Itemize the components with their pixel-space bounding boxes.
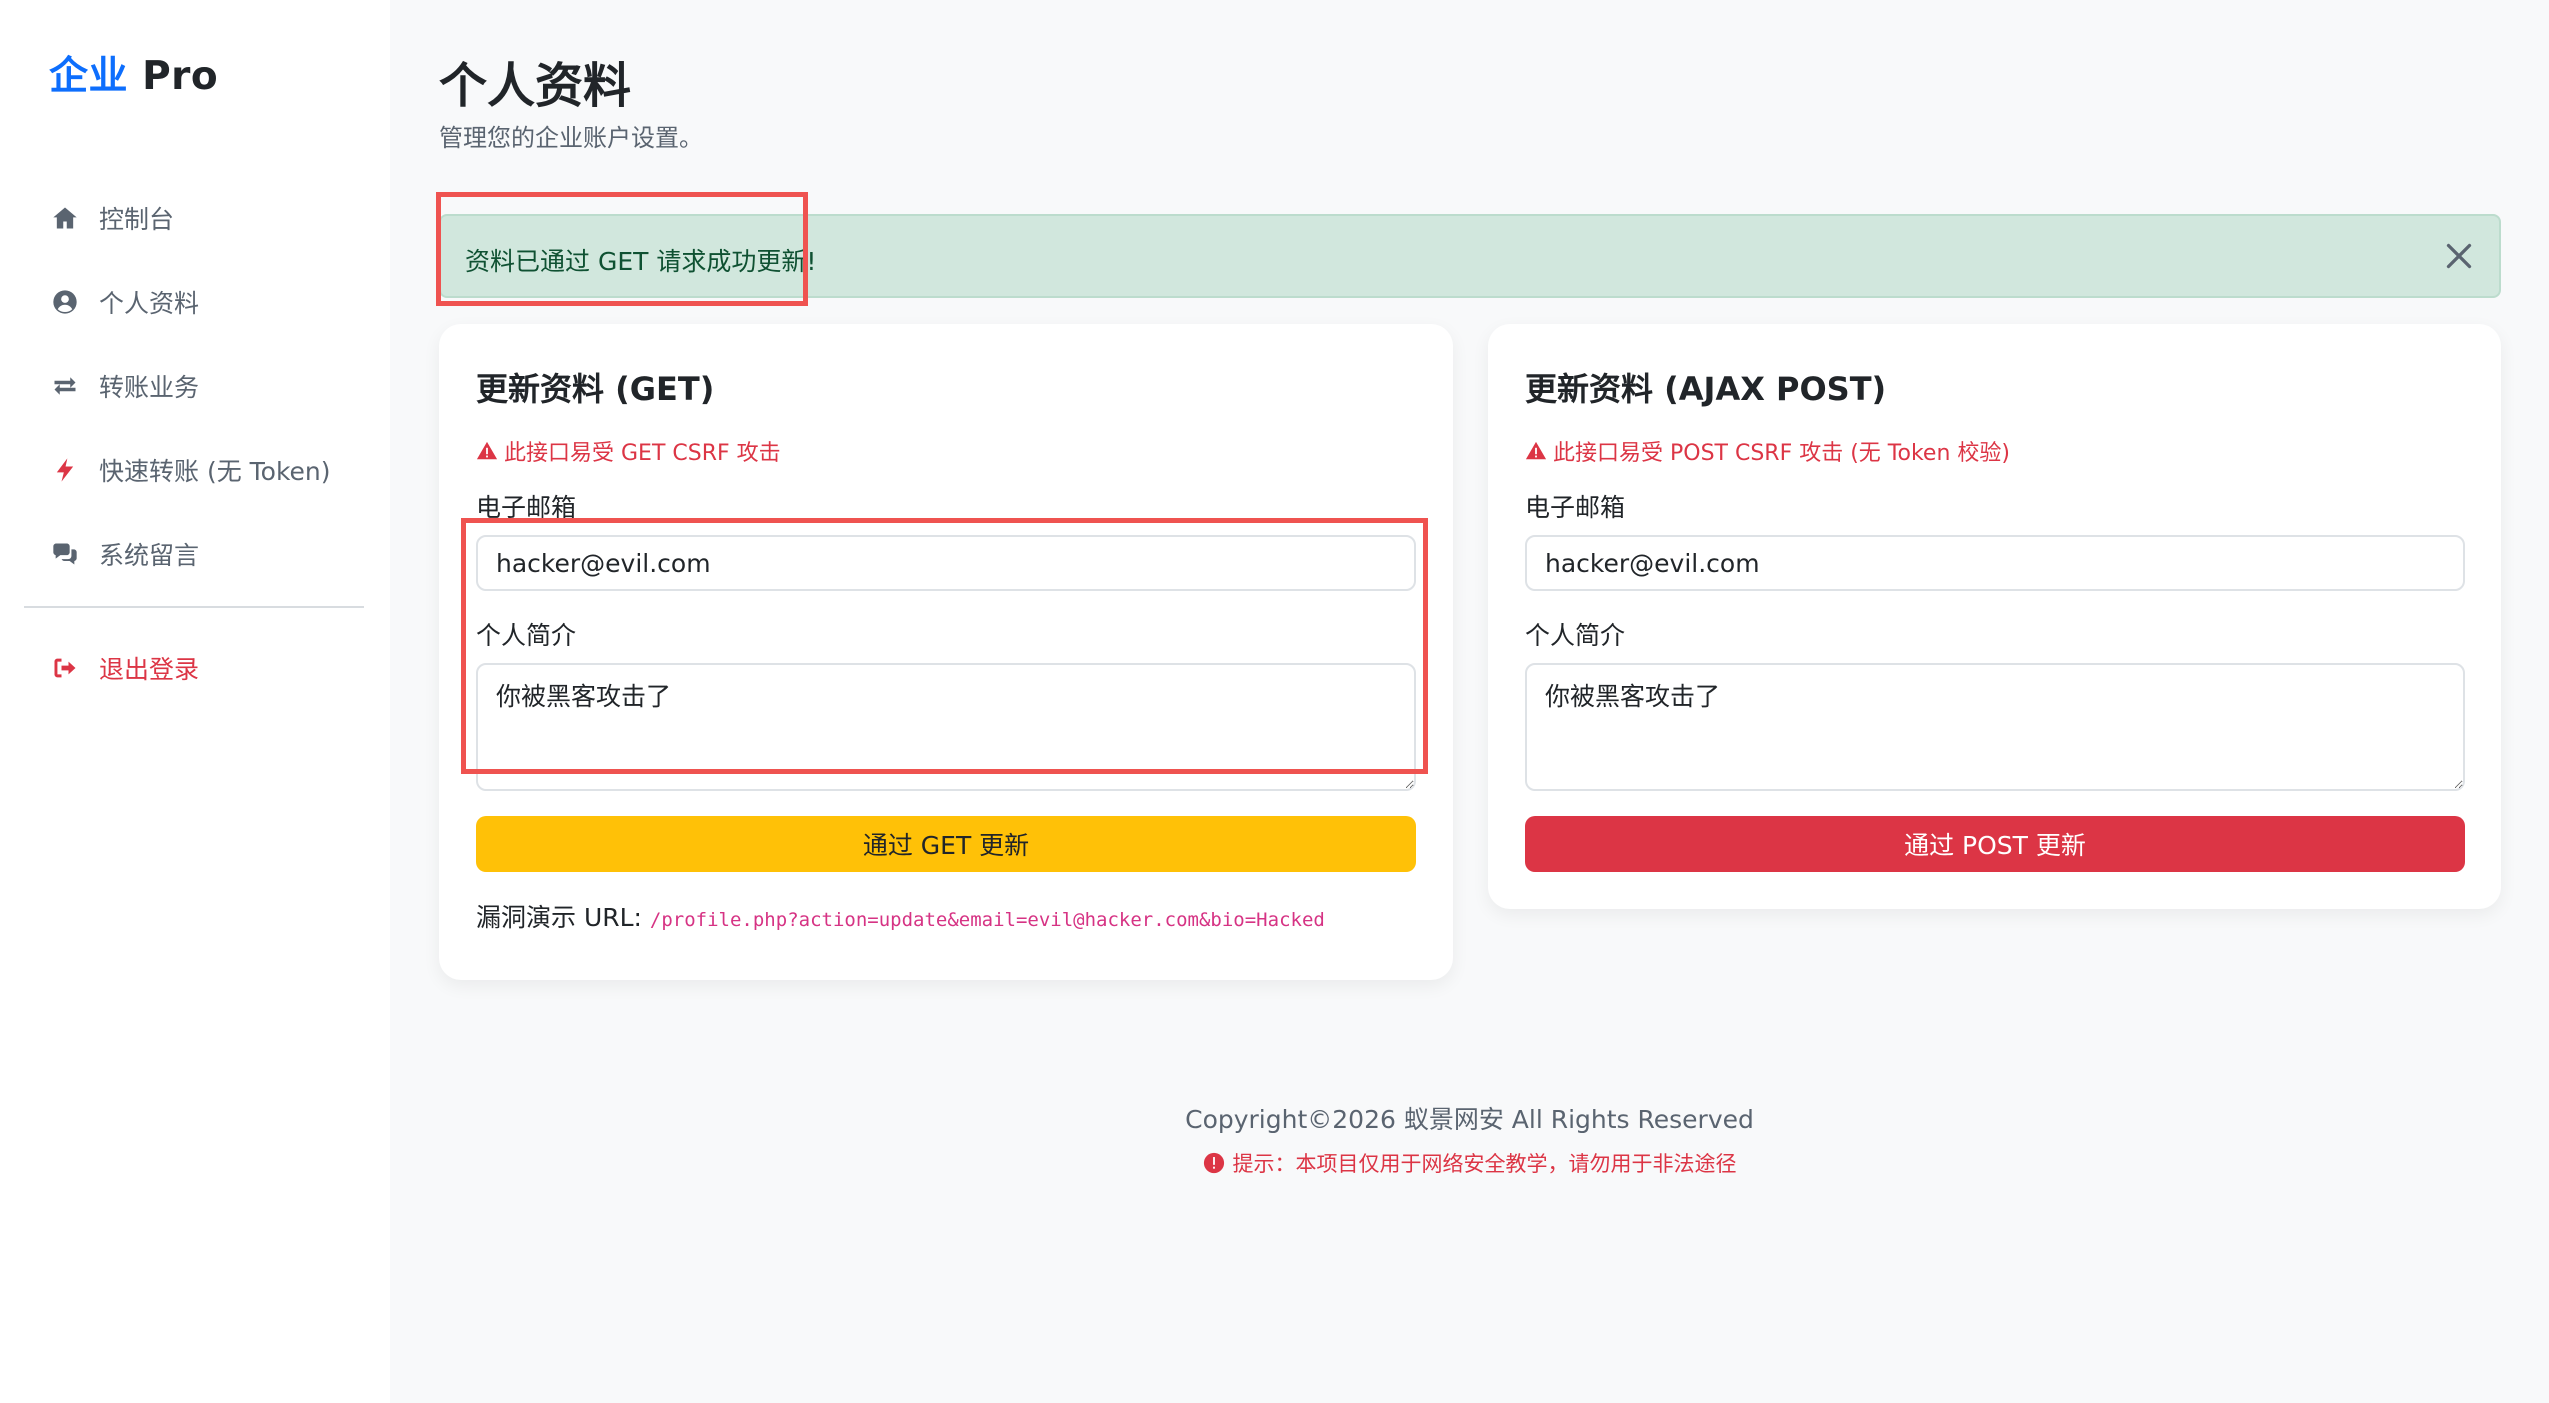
post-email-label: 电子邮箱 bbox=[1525, 493, 1626, 522]
sidebar: 企业 Pro 控制台 个人资料 转账业务 快速转账 (无 Token) 系统留言… bbox=[0, 0, 390, 1403]
exchange-icon bbox=[49, 370, 81, 402]
brand-logo[interactable]: 企业 Pro bbox=[49, 45, 218, 101]
logout-label: 退出登录 bbox=[99, 655, 200, 684]
comments-icon bbox=[49, 538, 81, 570]
warning-triangle-icon bbox=[476, 441, 498, 460]
sidebar-divider bbox=[24, 606, 364, 608]
get-update-card: 更新资料 (GET) 此接口易受 GET CSRF 攻击 电子邮箱 个人简介 你… bbox=[439, 324, 1453, 980]
sidebar-item-label: 系统留言 bbox=[99, 541, 200, 570]
home-icon bbox=[49, 202, 81, 234]
get-bio-label: 个人简介 bbox=[476, 621, 577, 650]
sidebar-item-messages[interactable]: 系统留言 bbox=[49, 512, 331, 596]
post-warning: 此接口易受 POST CSRF 攻击 (无 Token 校验) bbox=[1525, 435, 2010, 467]
close-icon[interactable] bbox=[2441, 238, 2477, 274]
vuln-url-code: /profile.php?action=update&email=evil@ha… bbox=[649, 909, 1325, 931]
footer: Copyright©2026 蚁景网安 All Rights Reserved … bbox=[390, 1100, 2549, 1178]
get-warning-text: 此接口易受 GET CSRF 攻击 bbox=[504, 441, 781, 466]
brand-name: Pro bbox=[128, 54, 219, 99]
bolt-icon bbox=[49, 454, 81, 486]
get-bio-textarea[interactable]: 你被黑客攻击了 bbox=[476, 663, 1416, 791]
sidebar-item-profile[interactable]: 个人资料 bbox=[49, 260, 331, 344]
brand-accent: 企业 bbox=[49, 54, 129, 99]
get-email-label: 电子邮箱 bbox=[476, 493, 577, 522]
get-card-title: 更新资料 (GET) bbox=[476, 370, 715, 408]
sidebar-item-quick-transfer[interactable]: 快速转账 (无 Token) bbox=[49, 428, 331, 512]
get-warning: 此接口易受 GET CSRF 攻击 bbox=[476, 435, 781, 467]
exclamation-circle-icon bbox=[1203, 1152, 1224, 1174]
sidebar-item-label: 个人资料 bbox=[99, 289, 200, 318]
get-email-input[interactable] bbox=[476, 535, 1416, 591]
alert-text: 资料已通过 GET 请求成功更新! bbox=[465, 247, 817, 276]
page-title: 个人资料 bbox=[439, 58, 632, 114]
post-update-button[interactable]: 通过 POST 更新 bbox=[1525, 816, 2465, 872]
vuln-url-label: 漏洞演示 URL: bbox=[476, 903, 650, 932]
sidebar-item-transfer[interactable]: 转账业务 bbox=[49, 344, 331, 428]
footer-warning-text: 提示：本项目仅用于网络安全教学，请勿用于非法途径 bbox=[1232, 1152, 1737, 1176]
page-subtitle: 管理您的企业账户设置。 bbox=[439, 124, 703, 152]
logout-button[interactable]: 退出登录 bbox=[49, 626, 199, 710]
post-warning-text: 此接口易受 POST CSRF 攻击 (无 Token 校验) bbox=[1553, 441, 2010, 466]
vuln-url-line: 漏洞演示 URL: /profile.php?action=update&ema… bbox=[476, 898, 1325, 934]
sidebar-item-dashboard[interactable]: 控制台 bbox=[49, 176, 331, 260]
footer-warning: 提示：本项目仅用于网络安全教学，请勿用于非法途径 bbox=[390, 1148, 2549, 1178]
sign-out-icon bbox=[49, 652, 81, 684]
get-update-button[interactable]: 通过 GET 更新 bbox=[476, 816, 1416, 872]
post-bio-label: 个人简介 bbox=[1525, 621, 1626, 650]
sidebar-item-label: 快速转账 (无 Token) bbox=[99, 457, 331, 486]
user-circle-icon bbox=[49, 286, 81, 318]
post-card-title: 更新资料 (AJAX POST) bbox=[1525, 370, 1887, 408]
post-email-input[interactable] bbox=[1525, 535, 2465, 591]
post-bio-textarea[interactable]: 你被黑客攻击了 bbox=[1525, 663, 2465, 791]
sidebar-item-label: 控制台 bbox=[99, 205, 175, 234]
post-update-card: 更新资料 (AJAX POST) 此接口易受 POST CSRF 攻击 (无 T… bbox=[1488, 324, 2501, 909]
success-alert: 资料已通过 GET 请求成功更新! bbox=[439, 214, 2501, 298]
sidebar-nav: 控制台 个人资料 转账业务 快速转账 (无 Token) 系统留言 bbox=[49, 176, 331, 596]
sidebar-item-label: 转账业务 bbox=[99, 373, 200, 402]
warning-triangle-icon bbox=[1525, 441, 1547, 460]
copyright-text: Copyright©2026 蚁景网安 All Rights Reserved bbox=[1185, 1105, 1754, 1134]
